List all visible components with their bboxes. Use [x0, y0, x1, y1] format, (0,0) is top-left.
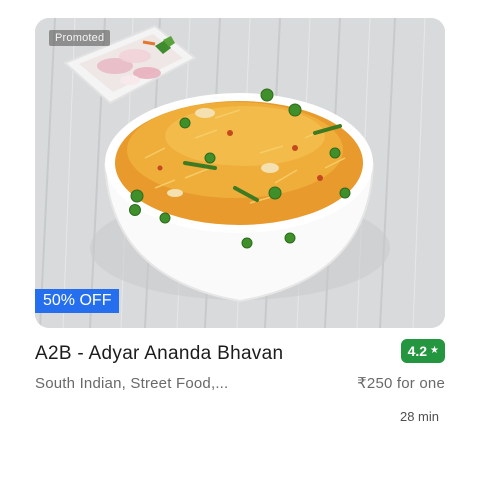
- rating-value: 4.2: [407, 343, 428, 359]
- cuisines-text: South Indian, Street Food,...: [35, 375, 229, 392]
- promoted-badge: Promoted: [49, 30, 111, 46]
- restaurant-name[interactable]: A2B - Adyar Ananda Bhavan: [35, 342, 365, 366]
- rating-badge: 4.2 ★: [400, 339, 445, 363]
- food-photo: [35, 18, 445, 328]
- main-bowl: [90, 88, 390, 303]
- restaurant-image[interactable]: Promoted 50% OFF: [35, 18, 445, 328]
- offer-badge: 50% OFF: [35, 289, 120, 313]
- price-for-one: ₹250 for one: [357, 375, 445, 392]
- restaurant-card[interactable]: Promoted 50% OFF A2B - Adyar Ananda Bhav…: [35, 18, 445, 458]
- star-icon: ★: [430, 345, 439, 356]
- delivery-time: 28 min: [399, 409, 439, 424]
